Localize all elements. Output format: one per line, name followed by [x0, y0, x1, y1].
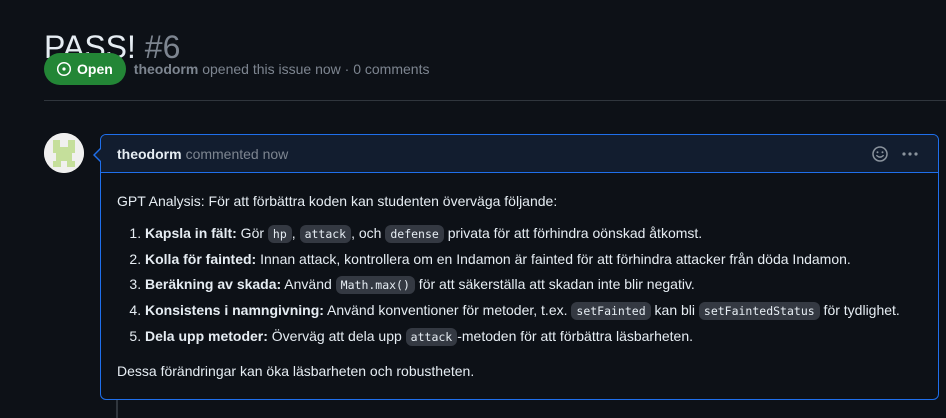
item-title: Kapsla in fält:	[145, 225, 237, 241]
inline-code: setFaintedStatus	[698, 302, 820, 320]
smiley-icon[interactable]	[870, 144, 890, 164]
inline-code: setFainted	[571, 302, 651, 320]
list-item: Kolla för fainted: Innan attack, kontrol…	[145, 249, 922, 269]
comment-intro: GPT Analysis: För att förbättra koden ka…	[117, 193, 558, 209]
issue-opened-text: opened this issue now · 0 comments	[202, 61, 430, 77]
kebab-horizontal-icon[interactable]	[900, 144, 920, 164]
comment-actions	[870, 144, 920, 164]
comment-box: theodorm commented now GPT Analysis: För…	[93, 134, 939, 400]
inline-code: Math.max()	[335, 276, 415, 294]
list-item: Dela upp metoder: Överväg att dela upp a…	[145, 326, 922, 347]
issue-opened-icon	[56, 61, 72, 77]
state-badge: Open	[44, 53, 126, 85]
state-label: Open	[77, 61, 113, 77]
item-title: Beräkning av skada:	[145, 276, 282, 292]
divider	[44, 100, 946, 101]
issue-meta-text: theodorm opened this issue now · 0 comme…	[134, 61, 430, 77]
inline-code: hp	[267, 225, 292, 243]
item-title: Dela upp metoder:	[145, 328, 268, 344]
issue-author-link[interactable]: theodorm	[134, 61, 199, 77]
comment-outro: Dessa förändringar kan öka läsbarheten o…	[117, 363, 475, 379]
item-title: Konsistens i namngivning:	[145, 302, 324, 318]
comment-header: theodorm commented now	[101, 135, 938, 173]
list-item: Beräkning av skada: Använd Math.max() fö…	[145, 274, 922, 295]
comment-author-link[interactable]: theodorm	[117, 146, 182, 162]
inline-code: attack	[299, 225, 352, 243]
inline-code: defense	[385, 225, 444, 243]
item-title: Kolla för fainted:	[145, 251, 257, 267]
list-item: Konsistens i namngivning: Använd konvent…	[145, 300, 922, 321]
comment-timestamp: commented now	[185, 145, 289, 162]
suggestion-list: Kapsla in fält: Gör hp, attack, och defe…	[117, 223, 922, 347]
avatar[interactable]	[44, 133, 84, 173]
timeline-line	[116, 400, 118, 418]
inline-code: attack	[405, 328, 458, 346]
issue-meta: Open theodorm opened this issue now · 0 …	[44, 53, 429, 85]
list-item: Kapsla in fält: Gör hp, attack, och defe…	[145, 223, 922, 244]
comment-body: GPT Analysis: För att förbättra koden ka…	[101, 173, 938, 381]
